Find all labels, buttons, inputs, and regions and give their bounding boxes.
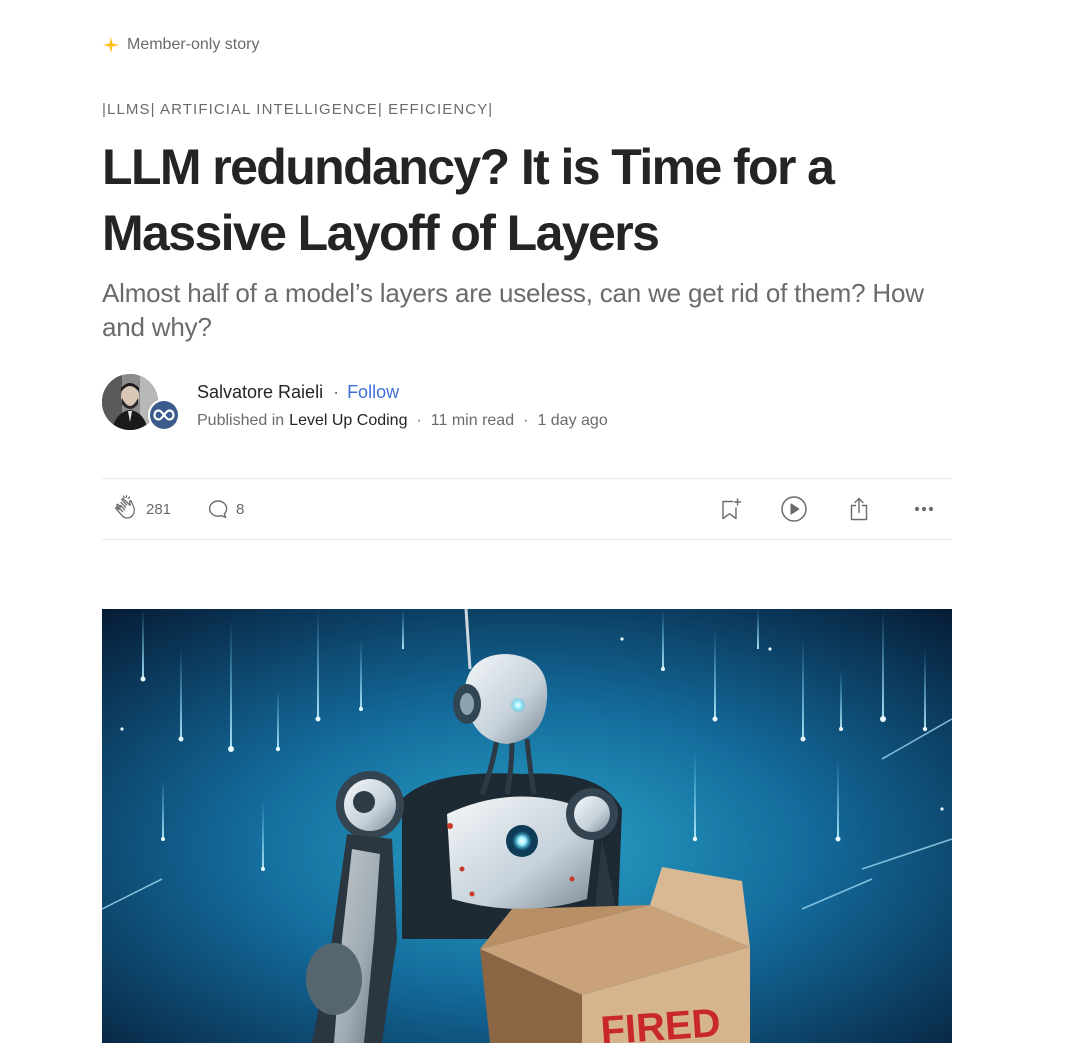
clap-icon xyxy=(115,495,135,519)
more-icon xyxy=(914,506,934,512)
bookmark-icon xyxy=(722,498,742,520)
comment-icon xyxy=(208,500,228,519)
share-icon xyxy=(850,497,868,521)
play-icon xyxy=(781,496,807,522)
more-button[interactable] xyxy=(912,479,936,539)
member-only-badge: Member-only story xyxy=(102,36,259,54)
member-only-label: Member-only story xyxy=(127,36,260,53)
clap-button[interactable]: 281 xyxy=(112,479,171,539)
listen-button[interactable] xyxy=(780,479,808,539)
responses-count: 8 xyxy=(236,500,245,518)
clap-count: 281 xyxy=(146,500,172,518)
follow-button[interactable]: Follow xyxy=(347,382,399,403)
separator-dot: · xyxy=(333,382,340,402)
svg-text:FIRED: FIRED xyxy=(599,1001,722,1043)
author-name[interactable]: Salvatore Raieli xyxy=(197,382,323,403)
hero-image: FIRED xyxy=(102,609,952,1043)
publication-link[interactable]: Level Up Coding xyxy=(289,412,407,430)
responses-button[interactable]: 8 xyxy=(206,479,244,539)
read-time: 11 min read xyxy=(430,412,515,429)
bookmark-button[interactable] xyxy=(717,479,743,539)
publication-logo[interactable] xyxy=(148,399,180,431)
published-in-label: Published in xyxy=(197,412,285,429)
box-label: FIRED xyxy=(599,1001,722,1043)
article-meta: Published in Level Up Coding · 11 min re… xyxy=(197,412,608,430)
share-button[interactable] xyxy=(846,479,872,539)
author-block: Salvatore Raieli · Follow Published in L… xyxy=(102,374,952,434)
sparkle-icon xyxy=(102,36,120,54)
article-tags: |LLMS| ARTIFICIAL INTELLIGENCE| EFFICIEN… xyxy=(102,101,494,118)
separator-dot: · xyxy=(523,412,529,429)
posted-time: 1 day ago xyxy=(537,412,608,429)
article-title: LLM redundancy? It is Time for a Massive… xyxy=(102,139,835,261)
article-subtitle: Almost half of a model’s layers are usel… xyxy=(102,278,924,342)
separator-dot: · xyxy=(416,412,422,429)
author-name-row: Salvatore Raieli · Follow xyxy=(197,382,399,403)
article-action-bar: 281 8 xyxy=(102,478,952,540)
infinity-icon xyxy=(153,409,175,421)
